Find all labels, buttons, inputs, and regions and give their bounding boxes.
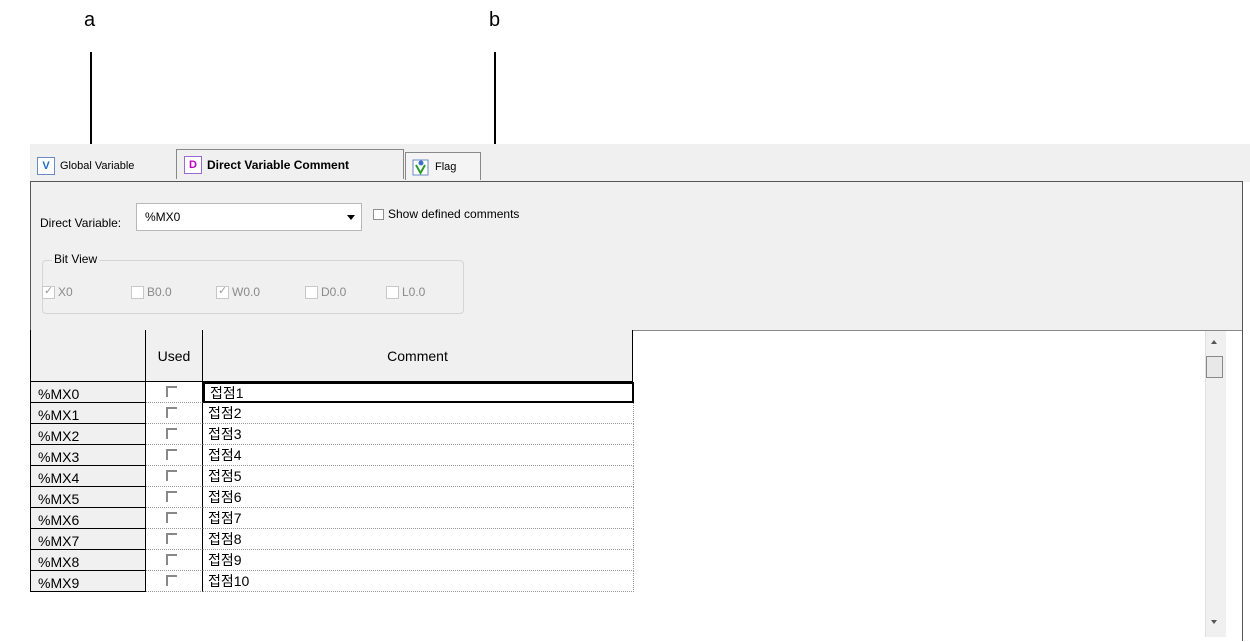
tab-flag-label: Flag xyxy=(435,160,457,173)
bit-label-b0: B0.0 xyxy=(147,285,172,299)
row-header: %MX3 xyxy=(30,445,146,466)
comment-cell[interactable]: 접점6 xyxy=(203,487,634,508)
show-defined-comments-checkbox[interactable] xyxy=(373,208,384,220)
grid-header-used[interactable]: Used xyxy=(146,330,203,382)
used-cell[interactable] xyxy=(146,403,203,424)
bit-label-w0: W0.0 xyxy=(232,285,261,299)
direct-variable-value: %MX0 xyxy=(145,210,181,224)
tab-global-variable[interactable]: V Global Variable xyxy=(30,152,175,180)
row-header: %MX4 xyxy=(30,466,146,487)
used-cell[interactable] xyxy=(146,508,203,529)
show-defined-comments[interactable]: Show defined comments xyxy=(373,207,519,221)
bit-view-title: Bit View xyxy=(52,252,100,266)
comment-cell[interactable]: 접점3 xyxy=(203,424,634,445)
row-header: %MX6 xyxy=(30,508,146,529)
show-defined-comments-label: Show defined comments xyxy=(388,207,520,221)
table-row: %MX0 접점1 xyxy=(30,382,634,403)
checkbox-w0[interactable] xyxy=(216,284,229,299)
table-row: %MX3 접점4 xyxy=(30,445,634,466)
table-row: %MX1 접점2 xyxy=(30,403,634,424)
used-cell[interactable] xyxy=(146,382,203,403)
used-checkbox[interactable] xyxy=(166,407,177,418)
table-row: %MX9 접점10 xyxy=(30,571,634,592)
scroll-down-icon[interactable] xyxy=(1211,620,1217,624)
used-cell[interactable] xyxy=(146,550,203,571)
row-header: %MX2 xyxy=(30,424,146,445)
bit-view-w0[interactable]: W0.0 xyxy=(216,284,261,299)
direct-variable-icon: D xyxy=(184,155,202,174)
used-checkbox[interactable] xyxy=(166,428,177,439)
used-cell[interactable] xyxy=(146,571,203,592)
direct-variable-label: Direct Variable: xyxy=(40,216,122,230)
row-header: %MX8 xyxy=(30,550,146,571)
checkbox-x0[interactable] xyxy=(42,284,55,299)
scroll-up-icon[interactable] xyxy=(1211,340,1217,344)
grid-header-comment[interactable]: Comment xyxy=(203,330,633,382)
row-header: %MX9 xyxy=(30,571,146,592)
bit-view-x0[interactable]: X0 xyxy=(42,284,73,299)
comment-cell[interactable]: 접점5 xyxy=(203,466,634,487)
bit-label-x0: X0 xyxy=(58,285,73,299)
bit-view-d0[interactable]: D0.0 xyxy=(305,285,346,299)
bit-label-d0: D0.0 xyxy=(321,285,347,299)
dropdown-arrow-icon xyxy=(347,215,355,220)
row-header: %MX5 xyxy=(30,487,146,508)
table-row: %MX6 접점7 xyxy=(30,508,634,529)
flag-icon xyxy=(412,158,430,176)
tab-flag[interactable]: Flag xyxy=(405,152,481,180)
checkbox-d0[interactable] xyxy=(305,285,318,299)
table-row: %MX8 접점9 xyxy=(30,550,634,571)
used-checkbox[interactable] xyxy=(166,554,177,565)
table-row: %MX2 접점3 xyxy=(30,424,634,445)
comment-cell[interactable]: 접점2 xyxy=(203,403,634,424)
comment-cell[interactable]: 접점10 xyxy=(203,571,634,592)
used-checkbox[interactable] xyxy=(166,533,177,544)
checkbox-l0[interactable] xyxy=(386,285,399,299)
used-checkbox[interactable] xyxy=(166,449,177,460)
scroll-thumb[interactable] xyxy=(1206,356,1223,378)
comment-cell[interactable]: 접점9 xyxy=(203,550,634,571)
bit-view-l0[interactable]: L0.0 xyxy=(386,285,425,299)
direct-variable-dropdown[interactable]: %MX0 xyxy=(136,203,362,231)
comment-cell[interactable]: 접점4 xyxy=(203,445,634,466)
tab-direct-variable-comment-label: Direct Variable Comment xyxy=(207,157,350,172)
used-checkbox[interactable] xyxy=(166,470,177,481)
bit-view-b0[interactable]: B0.0 xyxy=(131,285,172,299)
callout-label-a: a xyxy=(84,9,96,31)
comment-cell[interactable]: 접점1 xyxy=(203,382,634,403)
callout-label-b: b xyxy=(489,9,501,31)
comment-cell[interactable]: 접점7 xyxy=(203,508,634,529)
used-checkbox[interactable] xyxy=(166,512,177,523)
table-row: %MX4 접점5 xyxy=(30,466,634,487)
comment-cell[interactable]: 접점8 xyxy=(203,529,634,550)
used-checkbox[interactable] xyxy=(166,575,177,586)
row-header: %MX7 xyxy=(30,529,146,550)
row-header: %MX1 xyxy=(30,403,146,424)
used-checkbox[interactable] xyxy=(166,491,177,502)
tab-global-variable-label: Global Variable xyxy=(60,160,135,172)
bit-label-l0: L0.0 xyxy=(402,285,426,299)
used-cell[interactable] xyxy=(146,466,203,487)
table-row: %MX5 접점6 xyxy=(30,487,634,508)
row-header: %MX0 xyxy=(30,382,146,403)
grid-header-corner xyxy=(30,330,146,382)
global-variable-icon: V xyxy=(37,157,55,175)
used-cell[interactable] xyxy=(146,529,203,550)
used-cell[interactable] xyxy=(146,487,203,508)
used-checkbox[interactable] xyxy=(166,386,177,397)
tab-direct-variable-comment[interactable]: D Direct Variable Comment xyxy=(176,149,404,179)
table-row: %MX7 접점8 xyxy=(30,529,634,550)
checkbox-b0[interactable] xyxy=(131,285,144,299)
used-cell[interactable] xyxy=(146,445,203,466)
used-cell[interactable] xyxy=(146,424,203,445)
